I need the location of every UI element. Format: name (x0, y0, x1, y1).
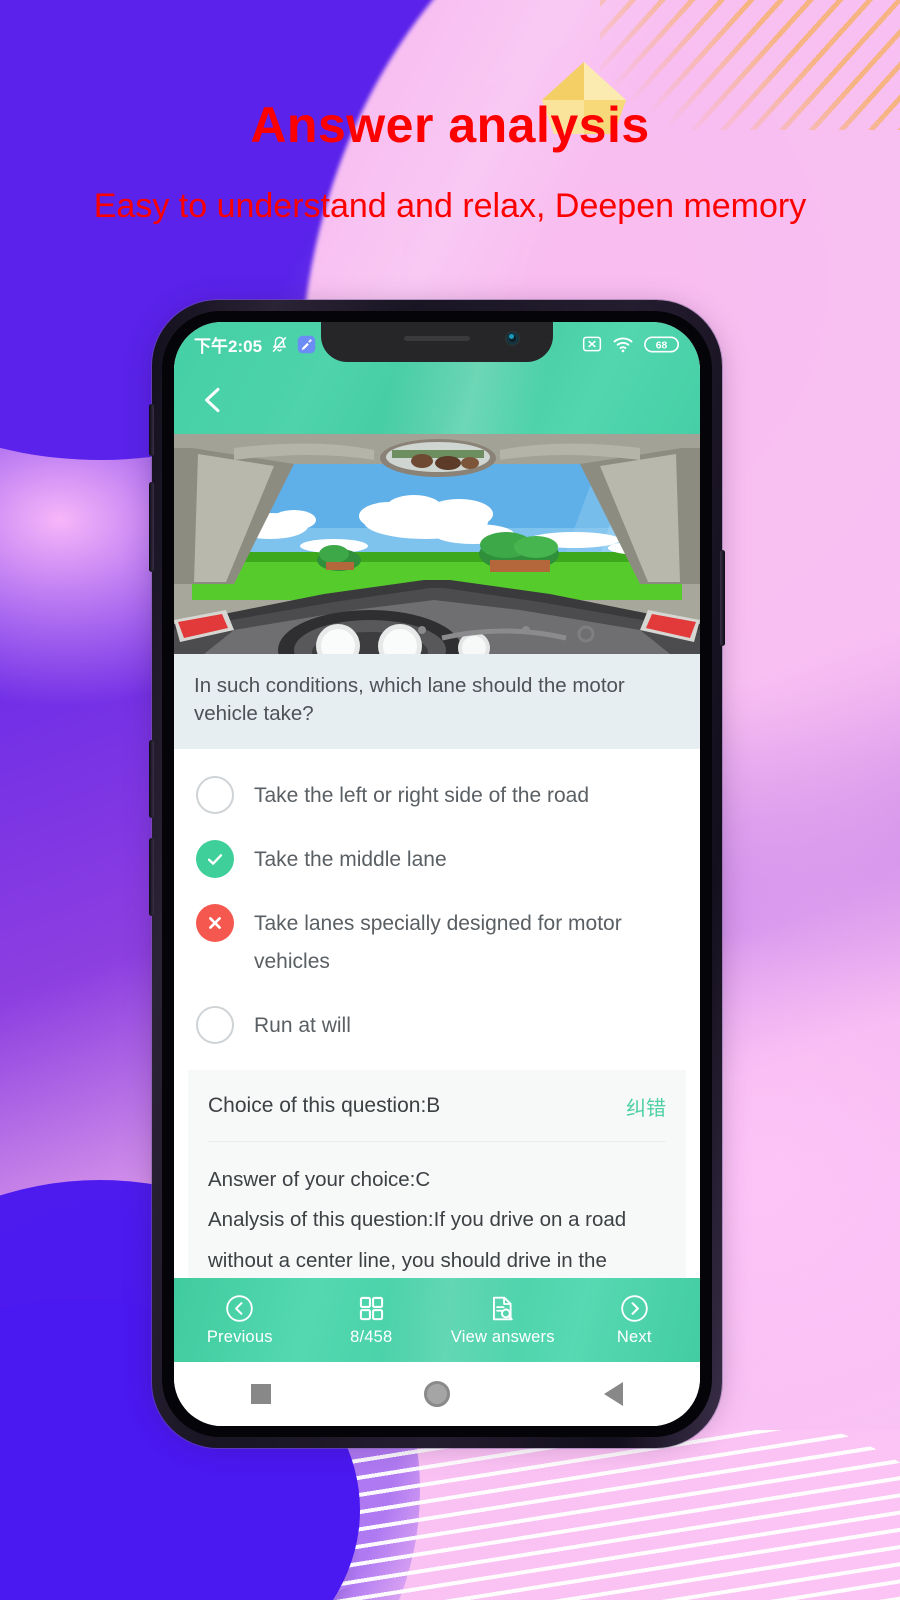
battery-level-text: 68 (656, 340, 668, 351)
question-prompt: In such conditions, which lane should th… (174, 654, 700, 749)
phone-screen: 下午2:05 68 In such conditions, which lane… (174, 322, 700, 1426)
document-search-icon (489, 1293, 516, 1323)
triangle-left-icon[interactable] (604, 1382, 624, 1406)
option-label: Run at will (254, 1014, 351, 1038)
app-header: 下午2:05 68 (174, 322, 700, 434)
app-nav-row (174, 366, 700, 434)
answer-option-d[interactable]: Run at will (174, 993, 700, 1057)
phone-mute-button[interactable] (149, 404, 154, 456)
your-answer-label: Answer of your choice:C (208, 1167, 431, 1191)
bottom-navigation-bar: Previous 8/458 View answers Next (174, 1278, 700, 1362)
nav-label: Previous (206, 1328, 273, 1346)
wifi-icon (613, 337, 633, 353)
radio-empty-icon[interactable] (196, 1006, 234, 1045)
nav-view-answers-button[interactable]: View answers (437, 1293, 569, 1347)
status-bar: 下午2:05 68 (174, 322, 700, 366)
status-bar-left: 下午2:05 (194, 332, 316, 357)
check-circle-icon[interactable] (196, 839, 234, 878)
answer-option-a[interactable]: Take the left or right side of the road (174, 763, 700, 827)
question-illustration (174, 434, 700, 654)
nav-label: 8/458 (350, 1328, 393, 1346)
status-time: 下午2:05 (194, 336, 263, 356)
status-bar-right: 68 (582, 335, 680, 354)
answer-option-c[interactable]: Take lanes specially designed for motor … (174, 891, 700, 993)
phone-power-button[interactable] (149, 838, 154, 916)
option-label: Take lanes specially designed for motor … (254, 912, 622, 974)
grid-squares-icon (358, 1293, 385, 1323)
phone-side-button-right[interactable] (720, 550, 725, 646)
nav-label: View answers (450, 1328, 555, 1346)
nav-label: Next (616, 1328, 652, 1346)
square-icon[interactable] (250, 1384, 271, 1404)
x-circle-icon[interactable] (196, 904, 234, 942)
promo-subtitle: Easy to understand and relax, Deepen mem… (93, 187, 807, 225)
answer-options-list: Take the left or right side of the road … (174, 748, 700, 1070)
nav-previous-button[interactable]: Previous (174, 1293, 306, 1347)
cleaner-icon (297, 335, 316, 353)
option-label: Take the middle lane (254, 847, 447, 871)
correct-choice-label: Choice of this question:B (208, 1094, 441, 1118)
android-system-nav (174, 1362, 700, 1426)
answer-card-header: Choice of this question:B 纠错 (208, 1070, 666, 1142)
chevron-left-icon[interactable] (196, 383, 230, 417)
phone-volume-down-button[interactable] (149, 740, 154, 818)
battery-icon: 68 (644, 335, 680, 353)
promo-title: Answer analysis (250, 97, 650, 153)
bell-muted-icon (272, 336, 287, 352)
chevron-right-circle-icon (620, 1293, 649, 1323)
circle-icon[interactable] (424, 1381, 451, 1407)
phone-body: 下午2:05 68 In such conditions, which lane… (149, 300, 725, 1448)
sim-disabled-icon (582, 336, 602, 352)
answer-option-b[interactable]: Take the middle lane (174, 827, 700, 891)
option-label: Take the left or right side of the road (254, 783, 590, 807)
nav-next-button[interactable]: Next (569, 1293, 701, 1347)
radio-empty-icon[interactable] (196, 775, 234, 814)
phone-mockup: 下午2:05 68 In such conditions, which lane… (149, 300, 725, 1448)
phone-volume-up-button[interactable] (149, 482, 154, 572)
report-error-button[interactable]: 纠错 (626, 1092, 666, 1121)
nav-question-grid-button[interactable]: 8/458 (306, 1293, 438, 1347)
chevron-left-circle-icon (225, 1293, 254, 1323)
